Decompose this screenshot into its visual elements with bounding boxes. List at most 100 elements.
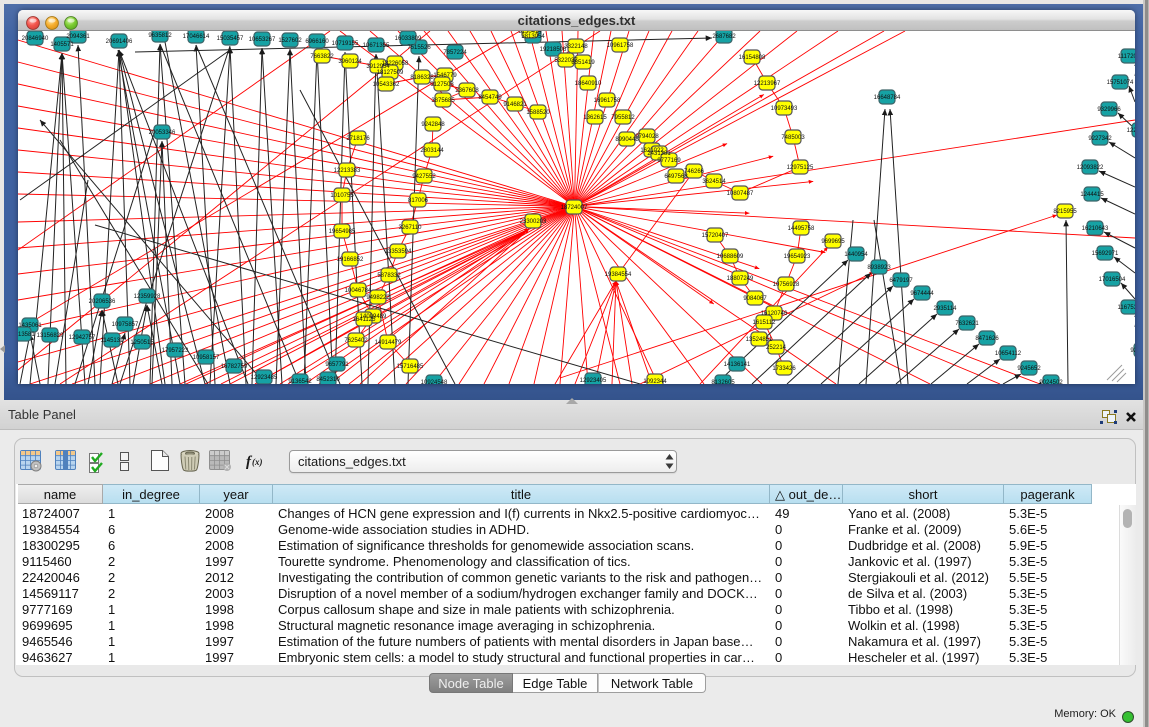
- svg-text:6966160: 6966160: [305, 39, 329, 45]
- svg-text:19166852: 19166852: [337, 257, 364, 263]
- svg-text:7515526: 7515526: [407, 45, 431, 51]
- svg-text:1244415: 1244415: [1080, 192, 1104, 198]
- svg-text:14495758: 14495758: [788, 226, 815, 232]
- svg-text:1167534: 1167534: [1118, 305, 1135, 311]
- svg-text:15692971: 15692971: [1092, 251, 1119, 257]
- svg-text:10756928: 10756928: [773, 282, 800, 288]
- svg-text:7955812: 7955812: [611, 115, 635, 121]
- svg-text:8351419: 8351419: [571, 60, 595, 66]
- svg-text:12213967: 12213967: [754, 81, 781, 87]
- svg-text:20206536: 20206536: [89, 299, 116, 305]
- svg-text:1588520: 1588520: [526, 110, 550, 116]
- svg-text:9084067: 9084067: [743, 296, 767, 302]
- svg-text:8471626: 8471626: [975, 336, 999, 342]
- svg-text:10973493: 10973493: [771, 106, 798, 112]
- svg-text:(x): (x): [252, 457, 263, 467]
- svg-text:7663822: 7663822: [310, 54, 334, 60]
- svg-text:7485003: 7485003: [781, 135, 805, 141]
- svg-text:16033809: 16033809: [395, 36, 422, 42]
- svg-text:1733426: 1733426: [772, 366, 796, 372]
- svg-text:13353594: 13353594: [385, 249, 412, 255]
- svg-text:1117203: 1117203: [1118, 54, 1135, 60]
- svg-text:8186328: 8186328: [410, 75, 434, 81]
- svg-text:9136542: 9136542: [288, 379, 312, 384]
- svg-text:10958157: 10958157: [193, 355, 220, 361]
- svg-text:3322148: 3322148: [564, 44, 588, 50]
- svg-text:9245012: 9245012: [1130, 348, 1135, 354]
- svg-text:6479197: 6479197: [889, 278, 913, 284]
- svg-text:2687682: 2687682: [712, 34, 736, 40]
- svg-text:1010755: 1010755: [330, 193, 354, 199]
- svg-text:16782759: 16782759: [221, 364, 248, 370]
- svg-text:1435061: 1435061: [18, 323, 42, 329]
- svg-text:2935114: 2935114: [934, 306, 958, 312]
- svg-text:16648784: 16648784: [874, 95, 901, 101]
- svg-text:9227342: 9227342: [1088, 136, 1112, 142]
- svg-text:15716485: 15716485: [397, 364, 424, 370]
- svg-text:12093822: 12093822: [1077, 165, 1104, 171]
- svg-text:16154808: 16154808: [739, 55, 766, 61]
- svg-text:9427552: 9427552: [412, 174, 436, 180]
- svg-text:13524851: 13524851: [746, 337, 773, 343]
- svg-text:1405571: 1405571: [50, 42, 74, 48]
- svg-text:1615112: 1615112: [753, 320, 777, 326]
- svg-text:10654112: 10654112: [995, 351, 1022, 357]
- svg-text:10688609: 10688609: [717, 254, 744, 260]
- svg-text:3267110: 3267110: [399, 225, 423, 231]
- svg-text:1092344: 1092344: [643, 379, 667, 384]
- svg-text:3624514: 3624514: [702, 179, 726, 185]
- svg-text:9635812: 9635812: [148, 33, 172, 39]
- svg-text:1641125: 1641125: [353, 317, 377, 323]
- svg-text:12923405: 12923405: [580, 378, 607, 384]
- svg-text:10807487: 10807487: [727, 191, 754, 197]
- svg-text:8215955: 8215955: [1053, 209, 1077, 215]
- svg-text:2803144: 2803144: [420, 148, 444, 154]
- svg-text:17957223: 17957223: [162, 348, 189, 354]
- svg-text:9699695: 9699695: [821, 239, 845, 245]
- svg-text:23300203: 23300203: [520, 219, 547, 225]
- svg-text:9146821: 9146821: [503, 102, 527, 108]
- svg-text:2367608: 2367608: [455, 88, 479, 94]
- svg-text:7857224: 7857224: [443, 50, 467, 56]
- svg-text:2094361: 2094361: [66, 34, 90, 40]
- svg-text:8132605: 8132605: [711, 380, 735, 384]
- svg-text:9127508: 9127508: [430, 82, 454, 88]
- svg-text:18640910: 18640910: [575, 81, 602, 87]
- svg-text:3875685: 3875685: [431, 98, 455, 104]
- svg-text:8454749: 8454749: [478, 95, 502, 101]
- svg-text:1440954: 1440954: [844, 252, 868, 258]
- svg-text:8130414: 8130414: [518, 31, 542, 35]
- svg-text:9024502: 9024502: [1039, 380, 1063, 384]
- svg-text:7632621: 7632621: [955, 321, 979, 327]
- svg-text:10046784: 10046784: [345, 288, 372, 294]
- svg-text:16120746: 16120746: [761, 311, 788, 317]
- svg-text:17016504: 17016504: [1099, 277, 1126, 283]
- svg-text:19654923: 19654923: [784, 254, 811, 260]
- svg-text:3960124: 3960124: [338, 59, 362, 65]
- svg-text:15751074: 15751074: [1107, 80, 1134, 86]
- svg-text:8452310: 8452310: [316, 377, 340, 383]
- svg-text:8938923: 8938923: [867, 265, 891, 271]
- svg-text:9242848: 9242848: [421, 122, 445, 128]
- svg-text:9657791: 9657791: [325, 362, 349, 368]
- svg-text:20691406: 20691406: [106, 39, 133, 45]
- svg-text:12274521: 12274521: [1127, 128, 1135, 134]
- svg-text:19654985: 19654985: [329, 229, 356, 235]
- svg-text:9498222: 9498222: [366, 295, 390, 301]
- svg-text:7625402: 7625402: [344, 338, 368, 344]
- svg-text:3913581: 3913581: [18, 332, 35, 338]
- svg-text:10671355: 10671355: [363, 43, 390, 49]
- svg-text:1362615: 1362615: [583, 115, 607, 121]
- svg-text:18127509: 18127509: [377, 70, 404, 76]
- svg-text:16961758: 16961758: [594, 98, 621, 104]
- svg-text:18807249: 18807249: [727, 276, 754, 282]
- svg-text:20846940: 20846940: [22, 36, 49, 42]
- svg-text:14136141: 14136141: [724, 362, 751, 368]
- svg-text:10961758: 10961758: [607, 43, 634, 49]
- svg-text:19384554: 19384554: [605, 272, 632, 278]
- svg-text:9674444: 9674444: [910, 291, 934, 297]
- svg-text:10653267: 10653267: [249, 37, 276, 43]
- svg-text:2718176: 2718176: [346, 136, 370, 142]
- svg-text:252214: 252214: [766, 345, 787, 351]
- svg-text:13226058: 13226058: [382, 61, 409, 67]
